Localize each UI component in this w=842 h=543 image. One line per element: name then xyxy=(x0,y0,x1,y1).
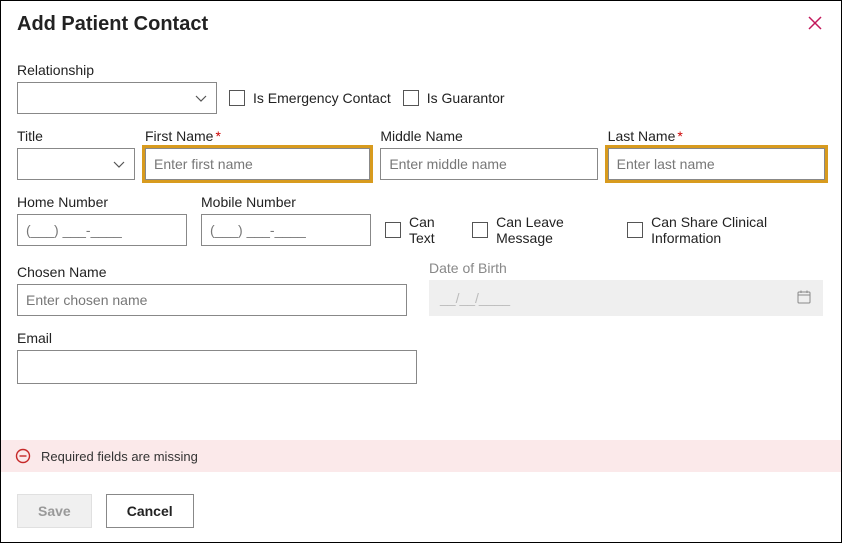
can-text-checkbox[interactable] xyxy=(385,222,401,238)
row-chosen-dob: Chosen Name Date of Birth __/__/____ xyxy=(17,260,825,316)
middle-name-field: Middle Name xyxy=(380,128,597,180)
error-text: Required fields are missing xyxy=(41,449,198,464)
email-label: Email xyxy=(17,330,417,346)
middle-name-label: Middle Name xyxy=(380,128,597,144)
dob-label: Date of Birth xyxy=(429,260,823,276)
can-share-clinical-group: Can Share Clinical Information xyxy=(627,214,825,246)
row-phone: Home Number Mobile Number Can Text Can L… xyxy=(17,194,825,246)
title-label: Title xyxy=(17,128,135,144)
dialog-title: Add Patient Contact xyxy=(17,13,208,36)
dob-placeholder: __/__/____ xyxy=(440,290,510,306)
close-icon xyxy=(808,16,822,30)
close-button[interactable] xyxy=(805,13,825,33)
home-number-field: Home Number xyxy=(17,194,187,246)
email-field: Email xyxy=(17,330,417,384)
mobile-number-label: Mobile Number xyxy=(201,194,371,210)
is-emergency-label: Is Emergency Contact xyxy=(253,90,391,106)
add-patient-contact-dialog: Add Patient Contact Relationship Is Emer… xyxy=(0,0,842,543)
cancel-button[interactable]: Cancel xyxy=(106,494,194,528)
can-text-label: Can Text xyxy=(409,214,458,246)
can-leave-msg-checkbox[interactable] xyxy=(472,222,488,238)
can-share-clinical-label: Can Share Clinical Information xyxy=(651,214,825,246)
error-icon xyxy=(15,448,31,464)
email-input[interactable] xyxy=(17,350,417,384)
first-name-field: First Name* xyxy=(145,128,370,180)
dialog-footer: Save Cancel xyxy=(17,494,194,528)
first-name-label: First Name* xyxy=(145,128,370,144)
is-guarantor-group: Is Guarantor xyxy=(403,82,505,114)
row-relationship: Relationship Is Emergency Contact Is Gua… xyxy=(17,62,825,114)
home-number-label: Home Number xyxy=(17,194,187,210)
can-leave-msg-label: Can Leave Message xyxy=(496,214,613,246)
is-guarantor-checkbox[interactable] xyxy=(403,90,419,106)
title-select[interactable] xyxy=(17,148,135,180)
is-emergency-group: Is Emergency Contact xyxy=(229,82,391,114)
can-share-clinical-checkbox[interactable] xyxy=(627,222,643,238)
dob-input: __/__/____ xyxy=(429,280,823,316)
chosen-name-label: Chosen Name xyxy=(17,264,407,280)
row-email: Email xyxy=(17,330,825,384)
form-body: Relationship Is Emergency Contact Is Gua… xyxy=(1,62,841,384)
first-name-input[interactable] xyxy=(145,148,370,180)
relationship-field: Relationship xyxy=(17,62,217,114)
is-guarantor-label: Is Guarantor xyxy=(427,90,505,106)
dialog-header: Add Patient Contact xyxy=(1,1,841,36)
mobile-number-input[interactable] xyxy=(201,214,371,246)
chosen-name-field: Chosen Name xyxy=(17,264,407,316)
can-text-group: Can Text xyxy=(385,214,458,246)
dob-field: Date of Birth __/__/____ xyxy=(429,260,823,316)
last-name-input[interactable] xyxy=(608,148,825,180)
mobile-number-field: Mobile Number xyxy=(201,194,371,246)
last-name-label: Last Name* xyxy=(608,128,825,144)
relationship-select[interactable] xyxy=(17,82,217,114)
save-button[interactable]: Save xyxy=(17,494,92,528)
middle-name-input[interactable] xyxy=(380,148,597,180)
last-name-field: Last Name* xyxy=(608,128,825,180)
chosen-name-input[interactable] xyxy=(17,284,407,316)
error-banner: Required fields are missing xyxy=(1,440,841,472)
relationship-label: Relationship xyxy=(17,62,217,78)
is-emergency-checkbox[interactable] xyxy=(229,90,245,106)
row-name: Title First Name* Middle Name Last Name* xyxy=(17,128,825,180)
can-leave-msg-group: Can Leave Message xyxy=(472,214,613,246)
home-number-input[interactable] xyxy=(17,214,187,246)
calendar-icon xyxy=(796,289,812,308)
title-field: Title xyxy=(17,128,135,180)
